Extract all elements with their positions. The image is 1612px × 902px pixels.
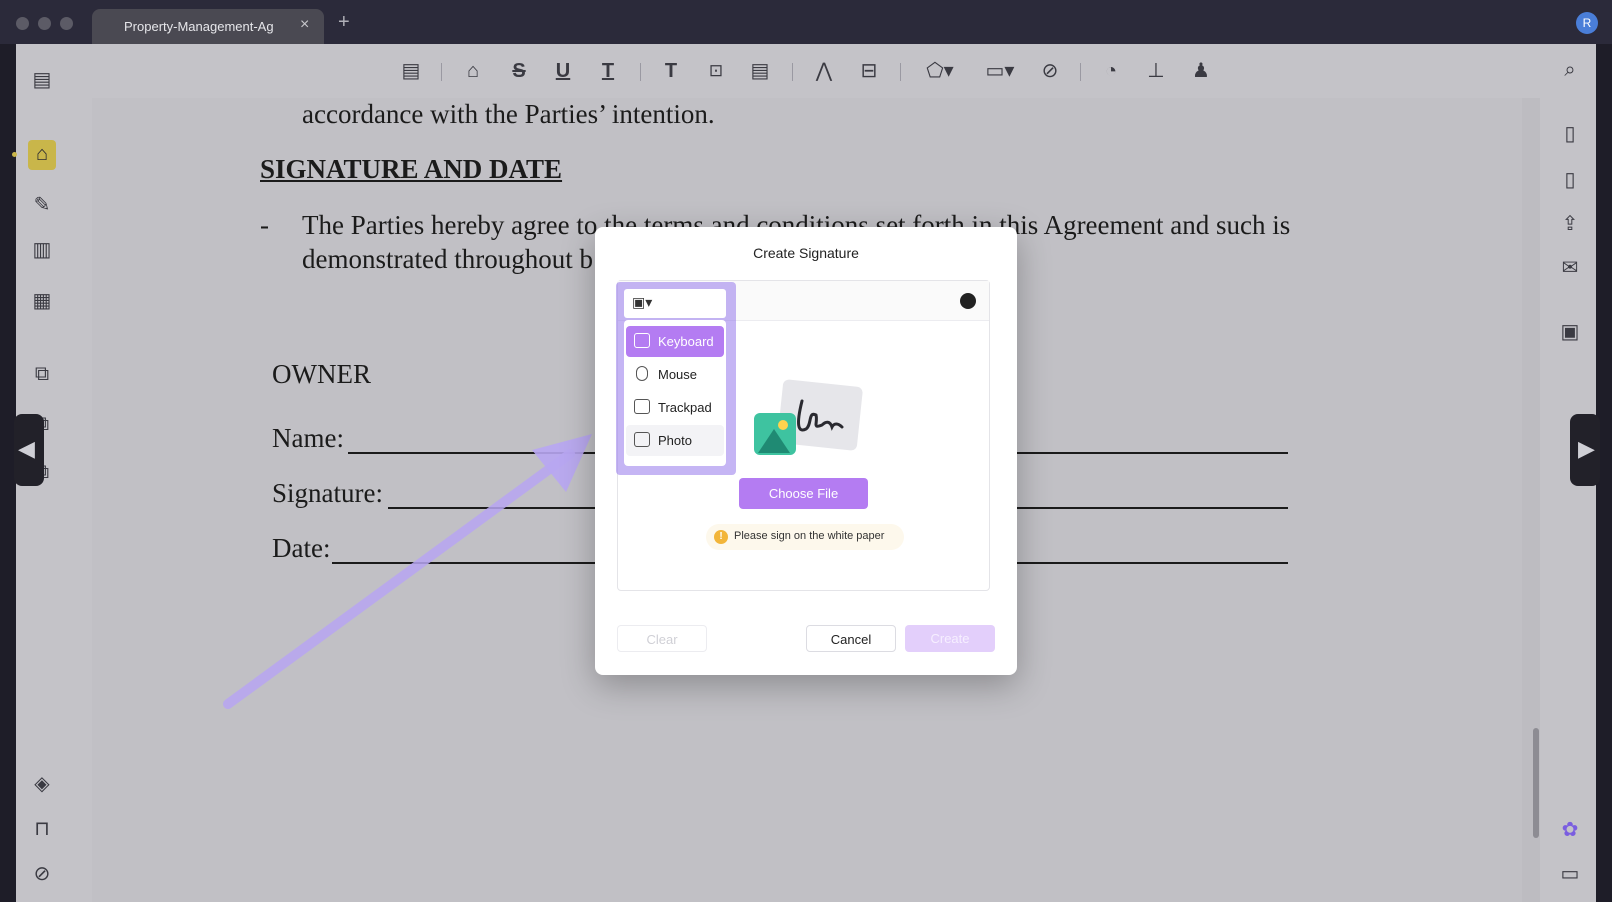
pencil-icon[interactable]: ⋀ xyxy=(810,59,838,85)
cancel-button[interactable]: Cancel xyxy=(806,625,896,652)
convert-icon[interactable]: ⧉ xyxy=(28,362,56,388)
comments-panel-icon[interactable]: ▭ xyxy=(1556,862,1584,888)
collapse-right-panel-button[interactable]: ▶ xyxy=(1570,414,1600,486)
doc-line-intention: accordance with the Parties’ intention. xyxy=(302,99,715,129)
zoom-window-button[interactable] xyxy=(60,17,73,30)
organize-pages-icon[interactable]: ▥ xyxy=(28,238,56,264)
doc-date-label: Date: xyxy=(272,533,331,563)
mouse-icon xyxy=(636,366,648,381)
menu-item-trackpad[interactable]: Trackpad xyxy=(626,392,724,423)
doc-signature-label: Signature: xyxy=(272,478,383,508)
layers-icon[interactable]: ◈ xyxy=(28,772,56,798)
menu-item-keyboard[interactable]: Keyboard xyxy=(626,326,724,357)
menu-item-label: Keyboard xyxy=(658,334,714,349)
keyboard-icon xyxy=(634,333,650,348)
doc-bullet: - xyxy=(260,210,269,240)
doc-name-label: Name: xyxy=(272,423,344,453)
dialog-title: Create Signature xyxy=(753,245,859,261)
menu-item-mouse[interactable]: Mouse xyxy=(626,359,724,390)
highlighter-icon[interactable]: ⌂ xyxy=(459,59,487,85)
choose-file-button[interactable]: Choose File xyxy=(739,478,868,509)
save-icon[interactable]: ▣ xyxy=(1556,320,1584,346)
squiggly-icon[interactable]: T xyxy=(594,59,622,85)
mail-icon[interactable]: ✉ xyxy=(1556,256,1584,282)
form-icon[interactable]: ▦ xyxy=(28,289,56,315)
user-avatar[interactable]: R xyxy=(1576,12,1598,34)
comment-mode-icon[interactable]: ⌂ xyxy=(28,142,56,168)
create-button[interactable]: Create xyxy=(905,625,995,652)
strikethrough-icon[interactable]: S xyxy=(505,59,533,85)
textbox-icon[interactable]: ⊡ xyxy=(702,59,730,85)
share-icon[interactable]: ⇪ xyxy=(1556,212,1584,238)
tab-close-icon[interactable]: × xyxy=(300,16,309,34)
doc-agree-line2: demonstrated throughout b xyxy=(302,244,593,274)
photo-icon xyxy=(634,432,650,447)
shape-icon[interactable]: ⬠▾ xyxy=(920,59,960,85)
menu-item-label: Trackpad xyxy=(658,400,712,415)
stamp-icon[interactable]: ⊥ xyxy=(1142,59,1170,85)
callout-icon[interactable]: ▤ xyxy=(746,59,774,85)
edit-pdf-icon[interactable]: ✎ xyxy=(28,193,56,219)
reader-icon[interactable]: ▤ xyxy=(28,68,56,94)
input-method-menu: Keyboard Mouse Trackpad Photo xyxy=(624,320,726,466)
menu-item-photo[interactable]: Photo xyxy=(626,425,724,456)
doc-owner: OWNER xyxy=(272,359,371,389)
comment-icon[interactable]: ▤ xyxy=(397,59,425,85)
new-tab-button[interactable]: + xyxy=(338,12,350,32)
convert-doc-icon[interactable]: ▯ xyxy=(1556,122,1584,148)
menu-item-label: Photo xyxy=(658,433,692,448)
close-window-button[interactable] xyxy=(16,17,29,30)
photo-signature-illustration-icon xyxy=(754,379,863,455)
underline-icon[interactable]: U xyxy=(549,59,577,85)
search-icon[interactable]: ⌕ xyxy=(1556,58,1584,84)
menu-item-label: Mouse xyxy=(658,367,698,382)
protect-icon[interactable]: ▯ xyxy=(1556,168,1584,194)
document-tab[interactable]: Property-Management-Ag × xyxy=(92,9,324,45)
sign-hint: ! Please sign on the white paper xyxy=(706,524,904,550)
photo-icon: ▣▾ xyxy=(632,294,653,310)
input-method-dropdown[interactable]: ▣▾ xyxy=(624,289,726,318)
sticker-icon[interactable]: ◔ xyxy=(1097,59,1125,85)
text-icon[interactable]: T xyxy=(657,59,685,85)
clear-button[interactable]: Clear xyxy=(617,625,707,652)
paperclip-icon[interactable]: ⊘ xyxy=(28,862,56,888)
tab-title: Property-Management-Ag xyxy=(124,19,274,34)
ai-assistant-icon[interactable]: ✿ xyxy=(1556,818,1584,844)
measure-icon[interactable]: ▭▾ xyxy=(980,59,1020,85)
title-bar: Property-Management-Ag × + R xyxy=(0,0,1612,45)
doc-heading: SIGNATURE AND DATE xyxy=(260,154,563,184)
attachment-icon[interactable]: ⊘ xyxy=(1036,59,1064,85)
ink-color-picker[interactable] xyxy=(960,293,976,309)
warning-icon: ! xyxy=(714,530,728,544)
minimize-window-button[interactable] xyxy=(38,17,51,30)
vertical-scrollbar[interactable] xyxy=(1533,728,1539,838)
bookmark-icon[interactable]: ⊓ xyxy=(28,817,56,843)
trackpad-icon xyxy=(634,399,650,414)
signature-tool-icon[interactable]: ♟ xyxy=(1187,59,1215,85)
collapse-left-panel-button[interactable]: ◀ xyxy=(14,414,44,486)
eraser-icon[interactable]: ⊟ xyxy=(855,59,883,85)
hint-text: Please sign on the white paper xyxy=(734,530,885,542)
